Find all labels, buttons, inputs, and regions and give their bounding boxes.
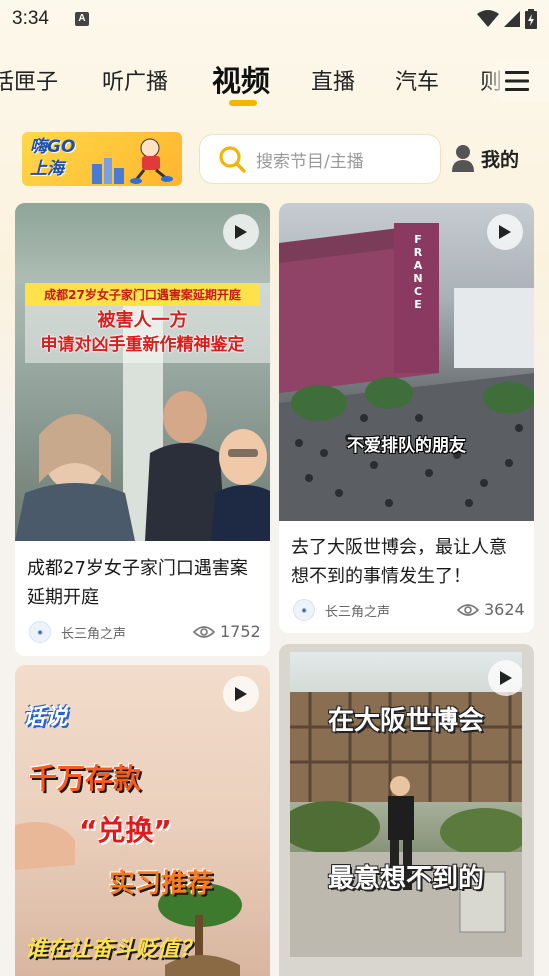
- thumbnail-text-2: 最意想不到的: [327, 864, 484, 894]
- thumbnail-text-5: 谁在让奋斗贬值？: [25, 937, 202, 962]
- thumbnail-pavilion-image: [290, 692, 522, 957]
- mine-label: 我的: [481, 148, 520, 171]
- status-bar: 3:34 A: [0, 0, 549, 38]
- view-count-value: 1752: [220, 622, 261, 641]
- video-title: 去了大阪世博会，最让人意想不到的事情发生了！: [291, 537, 507, 587]
- view-count: 1752: [193, 622, 261, 641]
- signal-icon: [504, 11, 520, 27]
- thumbnail-banner: 成都27岁女子家门口遇害案延期开庭: [25, 284, 260, 306]
- search-icon: [219, 146, 246, 173]
- thumbnail-text-4: 实习推荐: [109, 869, 214, 899]
- thumbnail-sign-text: FRANCE: [413, 233, 423, 311]
- hamburger-icon: [504, 71, 529, 91]
- play-icon: [235, 687, 247, 701]
- active-tab-indicator: [229, 100, 257, 106]
- source-logo-icon: ◉: [293, 599, 315, 621]
- battery-icon: [525, 9, 537, 29]
- tab-auto[interactable]: 汽车: [395, 64, 439, 96]
- video-thumbnail: 成都27岁女子家门口遇害案延期开庭 被害人一方 申请对凶手重新作精神鉴定: [15, 203, 270, 541]
- play-button[interactable]: [223, 676, 259, 712]
- video-card[interactable]: FRANCE 不爱排队的朋友 去了大阪世博会，最让人意想不到的事情发生了！ ◉ …: [279, 203, 534, 633]
- thumbnail-text-3: “兑换”: [79, 814, 172, 847]
- logo-runner-image: [92, 138, 173, 184]
- play-button[interactable]: [487, 214, 523, 250]
- video-source: ◉ 长三角之声: [29, 621, 126, 643]
- video-card[interactable]: 话说 千万存款 “兑换” 实习推荐 谁在让奋斗贬值？: [15, 665, 270, 976]
- search-placeholder: 搜索节目/主播: [256, 151, 364, 172]
- video-card[interactable]: 在大阪世博会 最意想不到的: [279, 644, 534, 976]
- tab-video[interactable]: 视频: [212, 58, 270, 100]
- thumbnail-headline-1: 被害人一方: [97, 310, 188, 331]
- video-source: ◉ 长三角之声: [293, 599, 390, 621]
- thumbnail-text-1: 在大阪世博会: [327, 706, 484, 736]
- play-icon: [235, 225, 247, 239]
- mine-button[interactable]: 我的: [452, 144, 519, 172]
- source-name: 长三角之声: [61, 626, 127, 642]
- tab-radio[interactable]: 听广播: [102, 64, 168, 96]
- thumbnail-caption: 不爱排队的朋友: [347, 436, 466, 456]
- notification-a-icon: A: [74, 12, 89, 26]
- tab-huaxiazi[interactable]: 话匣子: [0, 64, 58, 96]
- thumbnail-people-image: [15, 391, 270, 541]
- menu-button[interactable]: [484, 60, 549, 102]
- source-logo-icon: ◉: [29, 621, 51, 643]
- search-box[interactable]: 搜索节目/主播: [199, 134, 441, 184]
- app-logo[interactable]: 嗨GO 上海: [22, 132, 182, 186]
- video-thumbnail: FRANCE 不爱排队的朋友: [279, 203, 534, 521]
- play-button[interactable]: [488, 660, 522, 696]
- thumbnail-headline-2: 申请对凶手重新作精神鉴定: [40, 335, 245, 355]
- thumbnail-text-2: 千万存款: [29, 762, 142, 795]
- wifi-icon: [477, 10, 499, 27]
- source-name: 长三角之声: [325, 604, 391, 620]
- play-icon: [499, 225, 511, 239]
- video-thumbnail: 话说 千万存款 “兑换” 实习推荐 谁在让奋斗贬值？: [15, 665, 270, 976]
- view-count-value: 3624: [484, 600, 525, 619]
- channel-tabs: 话匣子 听广播 视频 直播 汽车 则: [0, 52, 549, 108]
- video-title: 成都27岁女子家门口遇害案延期开庭: [27, 558, 248, 608]
- video-card[interactable]: 成都27岁女子家门口遇害案延期开庭 被害人一方 申请对凶手重新作精神鉴定 成都2…: [15, 203, 270, 656]
- user-icon: [452, 145, 474, 172]
- play-button[interactable]: [223, 214, 259, 250]
- eye-icon: [193, 625, 215, 638]
- video-thumbnail: 在大阪世博会 最意想不到的: [290, 652, 522, 957]
- logo-text-go: 嗨GO: [30, 137, 76, 157]
- view-count: 3624: [457, 600, 525, 619]
- eye-icon: [457, 603, 479, 616]
- status-time: 3:34: [12, 8, 49, 29]
- play-icon: [500, 671, 512, 685]
- thumbnail-expo-image: [279, 223, 534, 521]
- tab-live[interactable]: 直播: [311, 64, 355, 96]
- thumbnail-text-1: 话说: [23, 705, 68, 730]
- logo-text-shanghai: 上海: [30, 159, 64, 179]
